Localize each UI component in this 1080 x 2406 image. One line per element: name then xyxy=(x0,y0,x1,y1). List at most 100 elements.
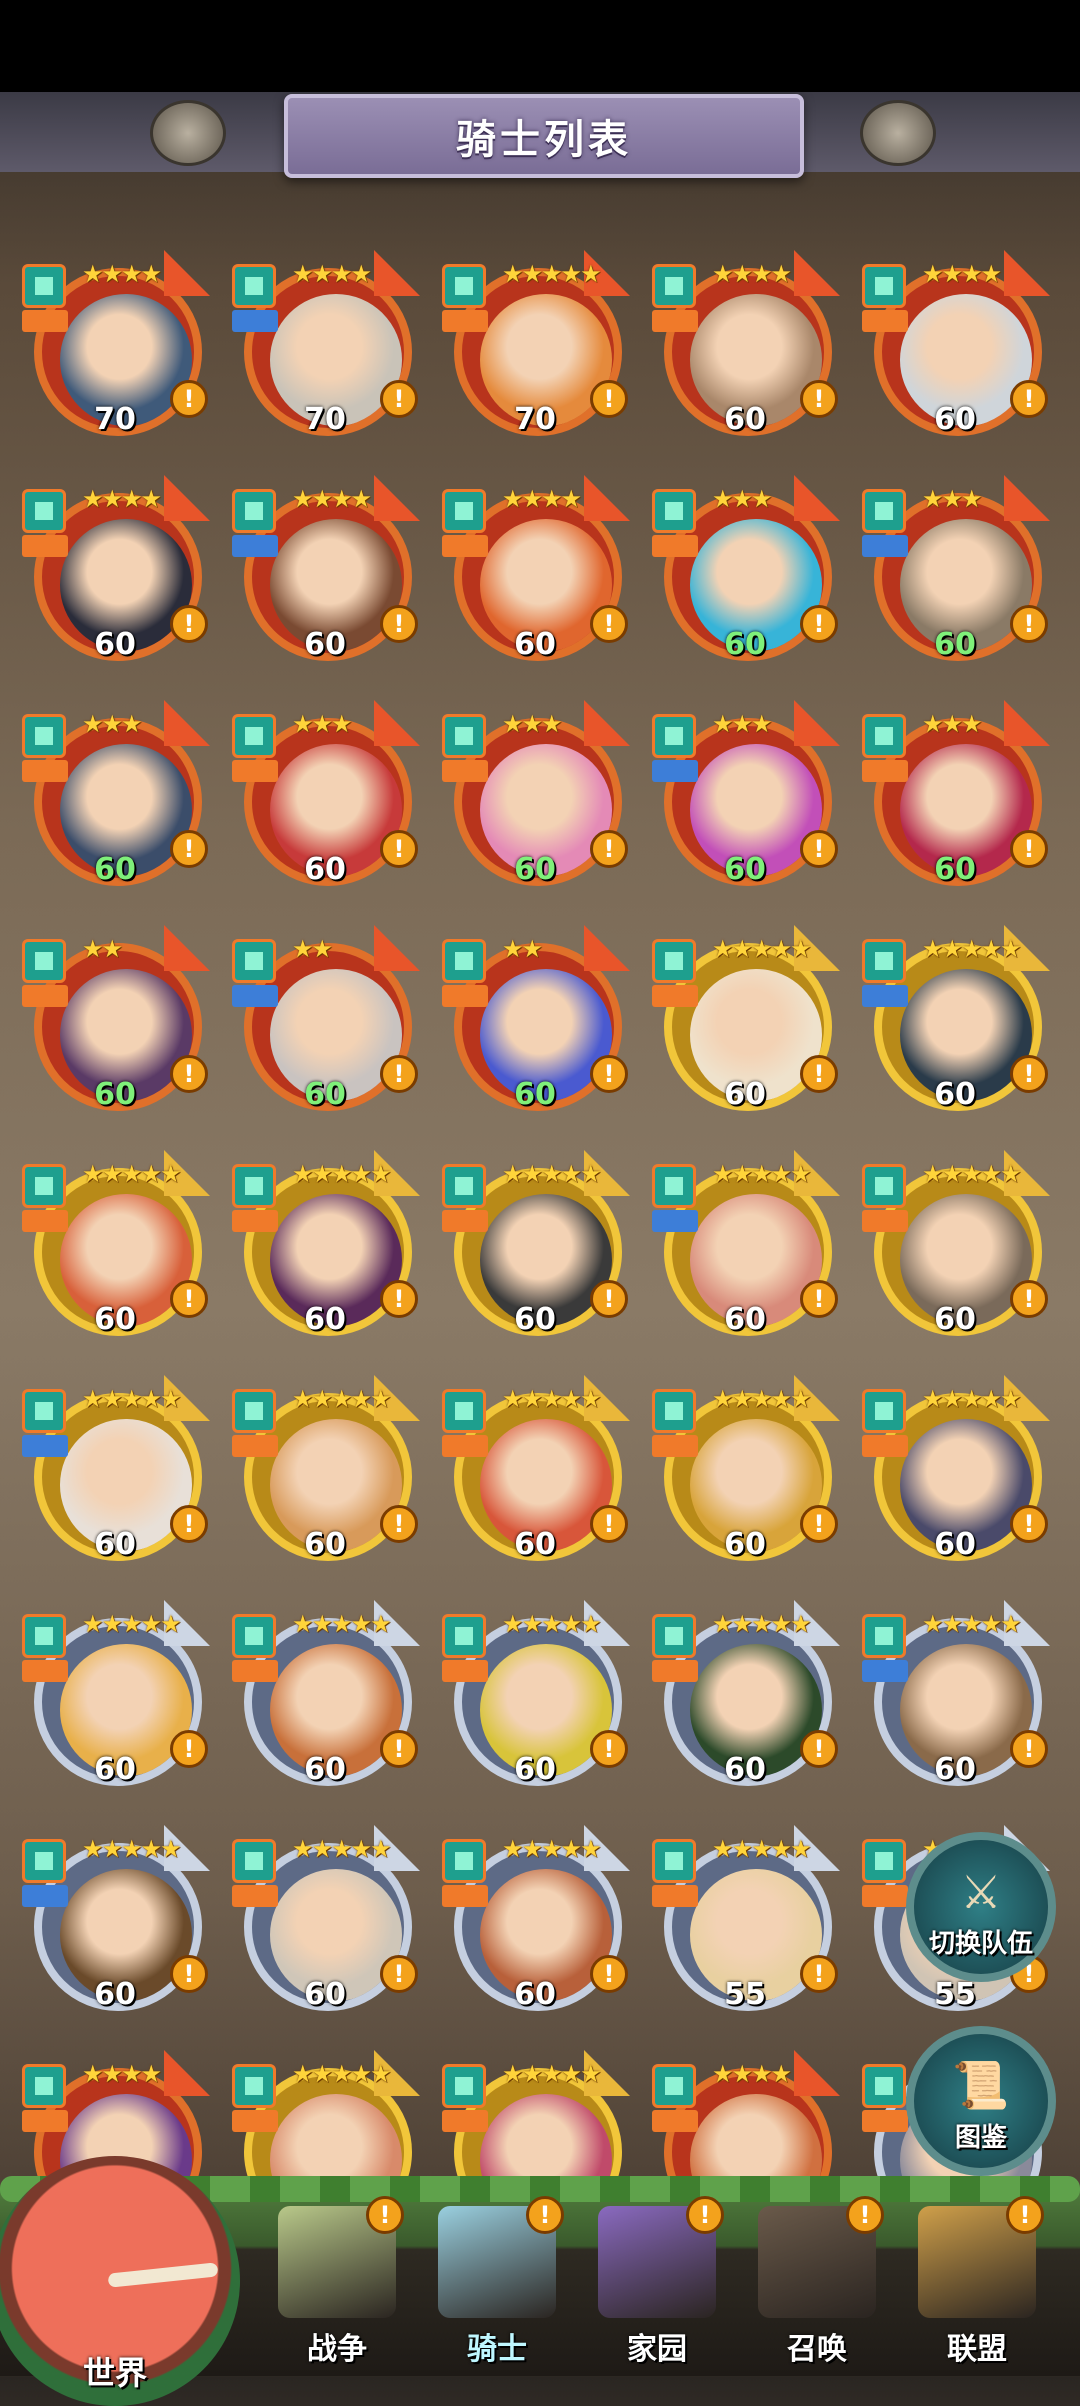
knight-card[interactable]: ★★★★★ 60! xyxy=(230,1825,420,2015)
role-icon xyxy=(232,1660,278,1682)
knight-card[interactable]: ★★★★★ 60! xyxy=(860,1375,1050,1565)
class-icon xyxy=(442,1614,486,1658)
knight-card[interactable]: ★★★★★55! xyxy=(650,1825,840,2015)
role-icon xyxy=(652,985,698,1007)
knight-card[interactable]: ★★★ 60! xyxy=(230,700,420,890)
star-rating: ★★★★★ xyxy=(502,1160,602,1188)
knight-card[interactable]: ★★★★★ 60! xyxy=(20,1600,210,1790)
codex-button[interactable]: 📜 图鉴 xyxy=(906,2026,1056,2176)
knight-card[interactable]: ★★ 60! xyxy=(230,925,420,1115)
frame-corner xyxy=(374,250,420,296)
role-icon xyxy=(22,1435,68,1457)
star-rating: ★★★★★ xyxy=(712,1160,812,1188)
knight-card[interactable]: ★★★★★ 60! xyxy=(230,1600,420,1790)
switch-team-button[interactable]: ⚔ 切换队伍 xyxy=(906,1832,1056,1982)
class-icon xyxy=(442,714,486,758)
class-icon xyxy=(22,714,66,758)
alert-icon: ! xyxy=(800,1730,838,1768)
knight-card[interactable]: ★★★★★ 60! xyxy=(20,1375,210,1565)
class-icon xyxy=(862,489,906,533)
knight-card[interactable]: ★★★ 60! xyxy=(20,700,210,890)
star-rating: ★★★ xyxy=(712,710,773,738)
knight-card[interactable]: ★★★★★ 60! xyxy=(20,1150,210,1340)
star-rating: ★★★ xyxy=(82,710,143,738)
knight-card[interactable]: ★★★★ 60! xyxy=(650,250,840,440)
knight-card[interactable]: ★★★★ 70! xyxy=(20,250,210,440)
knight-card[interactable]: ★★★★★ 60! xyxy=(860,1600,1050,1790)
nav-label: 联盟 xyxy=(947,2332,1007,2367)
alert-icon: ! xyxy=(1010,830,1048,868)
star-rating: ★★★★★ xyxy=(712,1385,812,1413)
knight-card[interactable]: ★★★ 60! xyxy=(650,475,840,665)
alert-icon: ! xyxy=(170,1730,208,1768)
role-icon xyxy=(652,1660,698,1682)
world-label: 世界 xyxy=(82,2354,147,2392)
class-icon xyxy=(652,2064,696,2108)
knight-card[interactable]: ★★★★★ 60! xyxy=(440,1825,630,2015)
alert-icon: ! xyxy=(590,830,628,868)
shield-sword-icon: ⚔ xyxy=(960,1865,1002,1919)
knight-card[interactable]: ★★★★★ 60! xyxy=(440,1150,630,1340)
alert-icon: ! xyxy=(380,605,418,643)
knight-card[interactable]: ★★★★★ 60! xyxy=(650,1150,840,1340)
nav-item-4[interactable]: 联盟! xyxy=(902,2196,1052,2376)
knight-card[interactable]: ★★★★★ 60! xyxy=(860,925,1050,1115)
role-icon xyxy=(442,1210,488,1232)
knight-card[interactable]: ★★★★ 70! xyxy=(230,250,420,440)
knight-card[interactable]: ★★★★★ 60! xyxy=(20,1825,210,2015)
knight-card[interactable]: ★★★★★ 60! xyxy=(650,1600,840,1790)
role-icon xyxy=(862,1210,908,1232)
knight-card[interactable]: ★★★★★ 60! xyxy=(440,1600,630,1790)
knight-card[interactable]: ★★★★ 60! xyxy=(20,475,210,665)
star-rating: ★★★★★ xyxy=(502,1835,602,1863)
alert-icon: ! xyxy=(800,1505,838,1543)
star-rating: ★★★★ xyxy=(292,260,372,288)
role-icon xyxy=(652,1885,698,1907)
nav-item-0[interactable]: 战争! xyxy=(262,2196,412,2376)
class-icon xyxy=(862,1389,906,1433)
nav-item-1[interactable]: 骑士! xyxy=(422,2196,572,2376)
alert-icon: ! xyxy=(590,1280,628,1318)
role-icon xyxy=(862,535,908,557)
knight-card[interactable]: ★★★★★ 60! xyxy=(860,1150,1050,1340)
star-rating: ★★★★ xyxy=(292,485,372,513)
frame-corner xyxy=(1004,700,1050,746)
knight-card[interactable]: ★★★★★ 60! xyxy=(440,1375,630,1565)
frame-corner xyxy=(164,250,210,296)
knight-card[interactable]: ★★★ 60! xyxy=(860,700,1050,890)
star-rating: ★★★ xyxy=(922,485,983,513)
knight-card[interactable]: ★★★★★ 60! xyxy=(230,1150,420,1340)
knight-card[interactable]: ★★★★ 60! xyxy=(230,475,420,665)
frame-corner xyxy=(374,700,420,746)
knight-card[interactable]: ★★★ 60! xyxy=(860,475,1050,665)
nav-item-3[interactable]: 召唤! xyxy=(742,2196,892,2376)
alert-icon: ! xyxy=(170,830,208,868)
alert-icon: ! xyxy=(1010,1055,1048,1093)
knight-card[interactable]: ★★★★★ 60! xyxy=(650,925,840,1115)
star-rating: ★★★★★ xyxy=(292,1160,392,1188)
class-icon xyxy=(232,1614,276,1658)
class-icon xyxy=(442,2064,486,2108)
star-rating: ★★★★★ xyxy=(292,1835,392,1863)
switch-team-label: 切换队伍 xyxy=(928,1929,1033,1959)
knight-card[interactable]: ★★★ 60! xyxy=(650,700,840,890)
class-icon xyxy=(652,1839,696,1883)
role-icon xyxy=(862,2110,908,2132)
knight-card[interactable]: ★★★★★ 60! xyxy=(650,1375,840,1565)
knight-card[interactable]: ★★★★★ 60! xyxy=(230,1375,420,1565)
role-icon xyxy=(652,1210,698,1232)
knight-card[interactable]: ★★★★★ 70! xyxy=(440,250,630,440)
knight-card[interactable]: ★★★★ 60! xyxy=(860,250,1050,440)
knight-card[interactable]: ★★ 60! xyxy=(20,925,210,1115)
frame-corner xyxy=(794,2050,840,2096)
frame-corner xyxy=(584,925,630,971)
world-button[interactable]: 世界 xyxy=(0,2156,240,2406)
knight-card[interactable]: ★★★ 60! xyxy=(440,700,630,890)
star-rating: ★★★★ xyxy=(82,260,162,288)
role-icon xyxy=(862,1660,908,1682)
knight-card[interactable]: ★★★★ 60! xyxy=(440,475,630,665)
knight-card[interactable]: ★★ 60! xyxy=(440,925,630,1115)
nav-label: 战争 xyxy=(307,2332,367,2367)
class-icon xyxy=(22,939,66,983)
nav-item-2[interactable]: 家园! xyxy=(582,2196,732,2376)
